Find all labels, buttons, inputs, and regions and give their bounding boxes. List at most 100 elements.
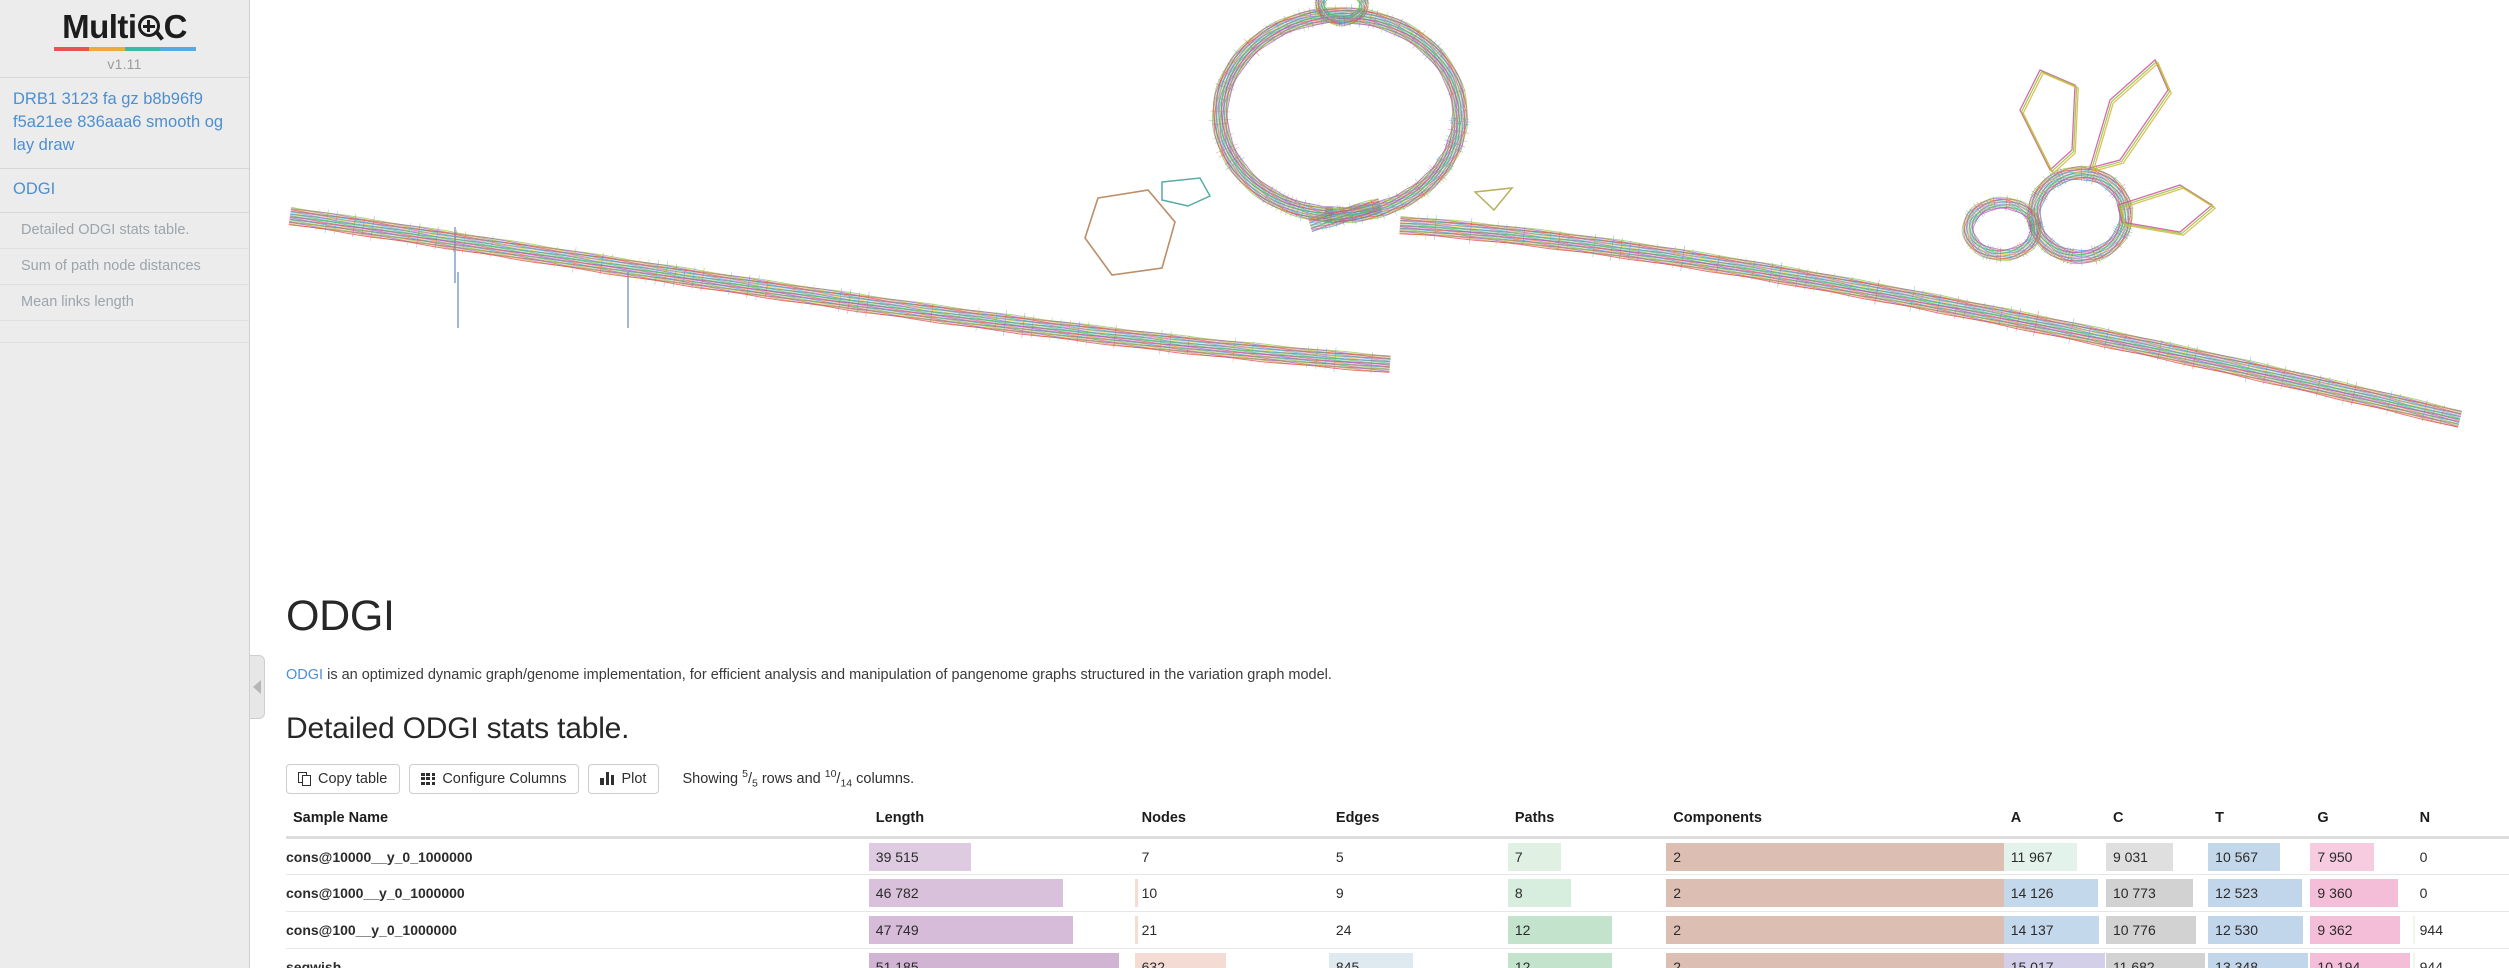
cell-c: 10 776 bbox=[2106, 912, 2208, 949]
graph-ribbon-layer bbox=[289, 0, 2462, 427]
table-column-header-edges[interactable]: Edges bbox=[1329, 804, 1508, 838]
table-column-header-t[interactable]: T bbox=[2208, 804, 2310, 838]
cell-value-a: 14 126 bbox=[2011, 885, 2054, 901]
table-column-header-a[interactable]: A bbox=[2004, 804, 2106, 838]
odgi-doc-link[interactable]: ODGI bbox=[286, 667, 323, 683]
page-title: ODGI bbox=[286, 592, 2509, 641]
cell-value-n: 0 bbox=[2420, 885, 2428, 901]
table-column-header-n[interactable]: N bbox=[2413, 804, 2509, 838]
cell-sample-name: cons@10000__y_0_1000000 bbox=[286, 838, 869, 875]
cell-length: 51 185 bbox=[869, 949, 1135, 968]
copy-icon bbox=[298, 772, 311, 786]
showing-rows-columns-status: Showing 5/5 rows and 10/14 columns. bbox=[682, 768, 914, 790]
sidebar-collapse-handle[interactable] bbox=[250, 655, 265, 719]
cell-value-edges: 845 bbox=[1336, 959, 1359, 968]
cell-value-n: 0 bbox=[2420, 849, 2428, 865]
logo-color-bar bbox=[54, 47, 196, 51]
cell-components: 2 bbox=[1666, 838, 2003, 875]
cell-value-t: 12 523 bbox=[2215, 885, 2258, 901]
module-description: ODGI is an optimized dynamic graph/genom… bbox=[286, 665, 2509, 685]
cell-value-n: 944 bbox=[2420, 922, 2443, 938]
cell-value-nodes: 632 bbox=[1142, 959, 1165, 968]
cell-value-n: 944 bbox=[2420, 959, 2443, 968]
table-column-header-nodes[interactable]: Nodes bbox=[1135, 804, 1329, 838]
cell-c: 10 773 bbox=[2106, 875, 2208, 912]
copy-table-button[interactable]: Copy table bbox=[286, 764, 400, 795]
cell-n: 0 bbox=[2413, 838, 2509, 875]
cell-value-a: 15 017 bbox=[2011, 959, 2054, 968]
cell-value-paths: 8 bbox=[1515, 885, 1523, 901]
cell-paths: 12 bbox=[1508, 949, 1666, 968]
cell-n: 944 bbox=[2413, 949, 2509, 968]
cell-value-paths: 12 bbox=[1515, 922, 1531, 938]
cell-value-edges: 5 bbox=[1336, 849, 1344, 865]
table-column-header-sample[interactable]: Sample Name bbox=[286, 804, 869, 838]
cell-paths: 7 bbox=[1508, 838, 1666, 875]
cell-a: 11 967 bbox=[2004, 838, 2106, 875]
cell-bar-components bbox=[1666, 879, 2003, 907]
cell-a: 14 126 bbox=[2004, 875, 2106, 912]
sidebar-report-title-link[interactable]: DRB1 3123 fa gz b8b96f9 f5a21ee 836aaa6 … bbox=[0, 78, 249, 168]
chevron-left-icon bbox=[253, 680, 261, 694]
cell-value-length: 51 185 bbox=[876, 959, 919, 968]
cell-c: 9 031 bbox=[2106, 838, 2208, 875]
table-row: cons@1000__y_0_1000000 46 782 10 9 8 2 14 126 1… bbox=[286, 875, 2509, 912]
cell-length: 39 515 bbox=[869, 838, 1135, 875]
cell-value-nodes: 10 bbox=[1142, 885, 1158, 901]
multiqc-logo[interactable]: Multi C v1.11 bbox=[0, 0, 249, 78]
cell-t: 12 523 bbox=[2208, 875, 2310, 912]
table-column-header-paths[interactable]: Paths bbox=[1508, 804, 1666, 838]
cell-g: 7 950 bbox=[2310, 838, 2412, 875]
cell-components: 2 bbox=[1666, 875, 2003, 912]
sidebar-spacer bbox=[0, 321, 249, 343]
cell-value-length: 47 749 bbox=[876, 922, 919, 938]
cell-value-edges: 24 bbox=[1336, 922, 1352, 938]
cell-value-components: 2 bbox=[1673, 959, 1681, 968]
cell-n: 0 bbox=[2413, 875, 2509, 912]
module-description-rest: is an optimized dynamic graph/genome imp… bbox=[323, 667, 1332, 683]
detailed-odgi-stats-table: Sample Name Length Nodes Edges Paths Componen… bbox=[286, 804, 2509, 968]
cell-g: 10 194 bbox=[2310, 949, 2412, 968]
plot-label: Plot bbox=[621, 772, 646, 787]
configure-columns-button[interactable]: Configure Columns bbox=[409, 764, 579, 795]
cell-value-g: 9 360 bbox=[2317, 885, 2352, 901]
version-label: v1.11 bbox=[107, 56, 141, 72]
cell-bar-n bbox=[2413, 916, 2415, 944]
sidebar-item-odgi[interactable]: ODGI bbox=[0, 169, 249, 213]
cell-value-components: 2 bbox=[1673, 849, 1681, 865]
table-body: cons@10000__y_0_1000000 39 515 7 5 7 2 11 967 9… bbox=[286, 838, 2509, 968]
cell-value-components: 2 bbox=[1673, 885, 1681, 901]
cell-t: 13 348 bbox=[2208, 949, 2310, 968]
table-column-header-c[interactable]: C bbox=[2106, 804, 2208, 838]
sidebar-subitem-sum-of-path-node-distances[interactable]: Sum of path node distances bbox=[0, 249, 249, 285]
sidebar-subitem-detailed-odgi-stats-table[interactable]: Detailed ODGI stats table. bbox=[0, 213, 249, 249]
plot-button[interactable]: Plot bbox=[588, 764, 659, 795]
bar-chart-icon bbox=[600, 772, 614, 785]
magnifier-icon bbox=[137, 15, 164, 42]
cell-components: 2 bbox=[1666, 912, 2003, 949]
cell-length: 47 749 bbox=[869, 912, 1135, 949]
table-toolbar: Copy table Configure Columns Plot Showin… bbox=[286, 764, 2509, 795]
table-column-header-length[interactable]: Length bbox=[869, 804, 1135, 838]
cell-nodes: 21 bbox=[1135, 912, 1329, 949]
table-column-header-g[interactable]: G bbox=[2310, 804, 2412, 838]
cell-nodes: 10 bbox=[1135, 875, 1329, 912]
cell-value-edges: 9 bbox=[1336, 885, 1344, 901]
section-title-detailed-stats: Detailed ODGI stats table. bbox=[286, 712, 2509, 746]
sidebar-subitem-mean-links-length[interactable]: Mean links length bbox=[0, 285, 249, 321]
configure-columns-label: Configure Columns bbox=[442, 772, 566, 787]
cell-edges: 9 bbox=[1329, 875, 1508, 912]
cell-g: 9 362 bbox=[2310, 912, 2412, 949]
logo-prefix: Multi bbox=[62, 8, 136, 45]
cell-bar-n bbox=[2413, 953, 2415, 968]
cell-n: 944 bbox=[2413, 912, 2509, 949]
pangenome-graph-svg bbox=[250, 0, 2509, 570]
cell-value-paths: 12 bbox=[1515, 959, 1531, 968]
cell-value-a: 11 967 bbox=[2011, 849, 2053, 865]
table-column-header-components[interactable]: Components bbox=[1666, 804, 2003, 838]
main-content: ODGI ODGI is an optimized dynamic graph/… bbox=[250, 0, 2509, 968]
cell-length: 46 782 bbox=[869, 875, 1135, 912]
cell-value-g: 9 362 bbox=[2317, 922, 2352, 938]
rows-shown-count: 5 bbox=[742, 768, 748, 780]
copy-table-label: Copy table bbox=[318, 772, 387, 787]
